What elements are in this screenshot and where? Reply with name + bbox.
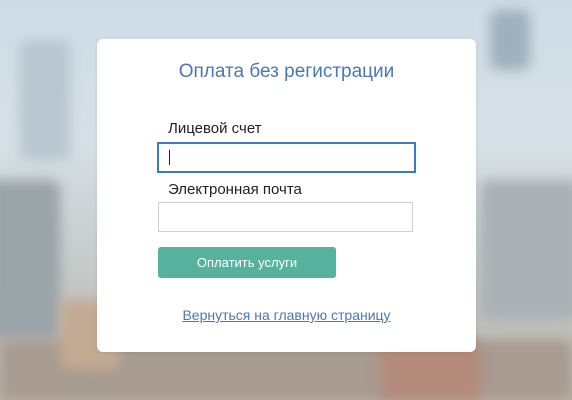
email-input[interactable] [158, 202, 413, 232]
email-label: Электронная почта [168, 181, 302, 198]
account-label: Лицевой счет [168, 120, 262, 137]
account-number-input[interactable] [157, 142, 416, 173]
back-to-home-link[interactable]: Вернуться на главную страницу [97, 307, 476, 323]
payment-form-card: Оплата без регистрации Лицевой счет Элек… [97, 39, 476, 352]
pay-services-button[interactable]: Оплатить услуги [158, 247, 336, 278]
form-title: Оплата без регистрации [178, 61, 395, 82]
text-cursor [169, 150, 170, 165]
background-building [0, 180, 60, 340]
background-building [480, 180, 572, 320]
background-building [20, 40, 70, 160]
background-building [490, 10, 530, 70]
